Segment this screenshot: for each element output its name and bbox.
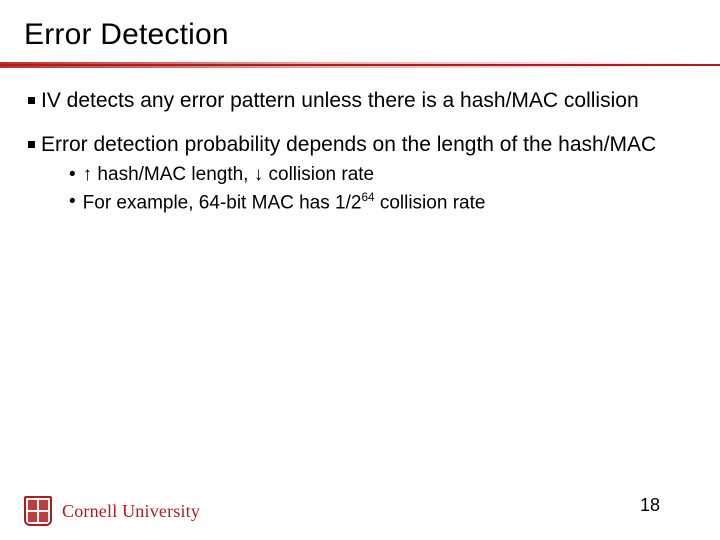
bullet-text: IV detects any error pattern unless ther… <box>41 88 639 114</box>
list-item: Error detection probability depends on t… <box>28 132 692 218</box>
fraction-prefix: For example, 64-bit MAC has 1/2 <box>83 192 362 213</box>
square-bullet-icon <box>28 141 35 148</box>
square-bullet-icon <box>28 97 35 104</box>
list-item: IV detects any error pattern unless ther… <box>28 88 692 114</box>
shield-icon <box>24 496 52 526</box>
bullet-list: IV detects any error pattern unless ther… <box>28 88 692 218</box>
sub-bullet-list: • ↑ hash/MAC length, ↓ collision rate • … <box>69 163 656 216</box>
fraction-suffix: collision rate <box>375 192 486 213</box>
page-number: 18 <box>640 495 660 516</box>
list-item: • ↑ hash/MAC length, ↓ collision rate <box>69 163 656 188</box>
exponent: 64 <box>361 191 374 204</box>
content-area: IV detects any error pattern unless ther… <box>0 86 720 218</box>
divider <box>0 64 720 74</box>
footer: Cornell University 18 <box>0 482 720 530</box>
slide-title: Error Detection <box>24 18 696 52</box>
sub-bullet-text: For example, 64-bit MAC has 1/264 collis… <box>83 190 486 216</box>
dot-bullet-icon: • <box>69 190 76 216</box>
dot-bullet-icon: • <box>69 163 76 188</box>
org-logo: Cornell University <box>24 496 200 526</box>
slide: Error Detection IV detects any error pat… <box>0 0 720 540</box>
list-item: • For example, 64-bit MAC has 1/264 coll… <box>69 190 656 216</box>
sub-bullet-text: ↑ hash/MAC length, ↓ collision rate <box>83 163 374 188</box>
title-area: Error Detection <box>0 0 720 60</box>
org-name: Cornell University <box>62 501 200 522</box>
bullet-body: Error detection probability depends on t… <box>41 132 656 218</box>
divider-gradient <box>0 62 720 68</box>
bullet-text: Error detection probability depends on t… <box>41 133 656 156</box>
